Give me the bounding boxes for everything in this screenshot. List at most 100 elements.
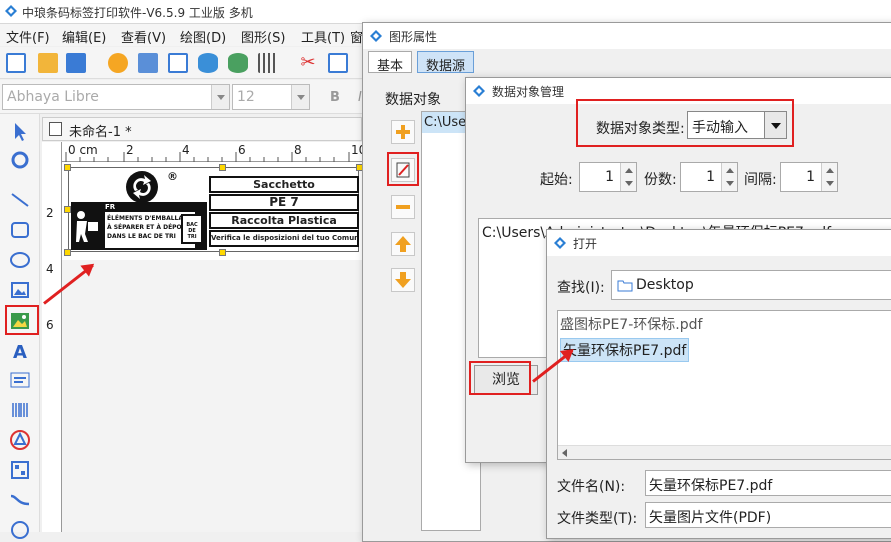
tab-basic[interactable]: 基本 [368, 51, 413, 74]
font-size-value: 12 [237, 89, 255, 105]
scroll-left-icon[interactable] [561, 449, 569, 457]
font-name-value: Abhaya Libre [7, 89, 99, 105]
dialog-titlebar: 打开 [547, 230, 891, 256]
arrow-down-icon [395, 272, 411, 288]
resize-handle[interactable] [219, 164, 226, 171]
copies-value: 1 [706, 169, 715, 185]
lookin-label: 查找(I): [557, 280, 605, 296]
start-value: 1 [605, 169, 614, 185]
new-file-icon[interactable] [6, 53, 26, 73]
text-tool-icon[interactable]: A [8, 338, 32, 362]
font-name-combo[interactable]: Abhaya Libre [2, 84, 230, 110]
remove-button[interactable] [391, 195, 415, 219]
start-spinner[interactable]: 1 [579, 162, 637, 192]
move-down-button[interactable] [391, 268, 415, 292]
menu-view[interactable]: 查看(V) [121, 27, 166, 46]
dialog-title: 数据对象管理 [492, 85, 565, 99]
chevron-down-icon[interactable] [211, 85, 229, 109]
ruler-label: 0 cm [68, 143, 98, 157]
menu-tools[interactable]: 工具(T) [301, 27, 345, 46]
ruler-label: 2 [126, 143, 134, 157]
rich-text-icon[interactable] [8, 368, 32, 392]
qrcode-tool-icon[interactable] [8, 458, 32, 482]
resize-handle[interactable] [64, 249, 71, 256]
triman-recycle-icon [126, 171, 158, 203]
highlight-vector-image-tool [5, 305, 39, 335]
ruler-label: 8 [294, 143, 302, 157]
resize-handle[interactable] [64, 206, 71, 213]
file-list[interactable]: 盛图标PE7-环保标.pdf 矢量环保标PE7.pdf [557, 310, 891, 460]
font-size-combo[interactable]: 12 [232, 84, 310, 110]
data-object-group-label: 数据对象 [385, 92, 441, 108]
print-preview-icon[interactable] [168, 53, 188, 73]
ellipse-tool-icon[interactable] [8, 248, 32, 272]
bold-button[interactable]: B [330, 90, 340, 105]
svg-text:A: A [13, 342, 27, 362]
interval-spinner[interactable]: 1 [780, 162, 838, 192]
document-tab-label: 未命名-1 * [69, 125, 132, 140]
settings-gear-icon[interactable] [108, 53, 128, 73]
ellipse-arc-icon[interactable] [8, 516, 32, 540]
ruler-ticks [65, 152, 350, 162]
filename-input[interactable]: 矢量环保标PE7.pdf [645, 470, 891, 496]
registered-mark: ® [167, 170, 178, 183]
dialog-titlebar: 图形属性 [363, 23, 891, 49]
shape-tool-icon[interactable] [8, 428, 32, 452]
minus-icon [396, 205, 410, 209]
lookin-select[interactable]: Desktop [611, 270, 891, 300]
menu-draw[interactable]: 绘图(D) [180, 27, 226, 46]
tab-datasource[interactable]: 数据源 [417, 51, 475, 74]
move-up-button[interactable] [391, 232, 415, 256]
municipality-note-row: Verifica le disposizioni del tuo Comune [209, 230, 359, 247]
highlight-type-select [576, 99, 794, 147]
dialog-logo-icon [473, 85, 485, 97]
filetype-label: 文件类型(T): [557, 511, 638, 527]
database-icon[interactable] [198, 53, 218, 73]
menu-file[interactable]: 文件(F) [6, 27, 50, 46]
recycling-label-graphic[interactable]: ® FR ÉLÉMENTS D'EMBALLAGE À SÉPARER ET À… [68, 167, 359, 252]
save-icon[interactable] [66, 53, 86, 73]
line-tool-icon[interactable] [8, 188, 32, 212]
print-icon[interactable] [138, 53, 158, 73]
document-icon [49, 122, 62, 136]
database-settings-icon[interactable] [228, 53, 248, 73]
file-item-selected[interactable]: 矢量环保标PE7.pdf [560, 338, 690, 362]
resize-handle[interactable] [64, 164, 71, 171]
bin-text: TRI [187, 234, 197, 240]
add-button[interactable] [391, 120, 415, 144]
copies-label: 份数: [644, 172, 677, 188]
rotate-icon[interactable] [8, 148, 32, 172]
document-tab[interactable]: 未命名-1 * [42, 117, 362, 141]
grid-icon[interactable] [258, 53, 278, 73]
menu-edit[interactable]: 编辑(E) [62, 27, 106, 46]
start-label: 起始: [540, 172, 573, 188]
copies-spinner[interactable]: 1 [680, 162, 738, 192]
file-item[interactable]: 盛图标PE7-环保标.pdf [558, 311, 891, 337]
spinner-arrows-icon[interactable] [620, 163, 636, 191]
rectangle-tool-icon[interactable] [8, 218, 32, 242]
ruler-label: 4 [182, 143, 190, 157]
interval-label: 间隔: [744, 172, 777, 188]
dialog-title: 图形属性 [389, 30, 438, 44]
ruler-label: 2 [46, 206, 54, 220]
copy-icon[interactable] [328, 53, 348, 73]
material-code-row: PE 7 [209, 194, 359, 211]
spinner-arrows-icon[interactable] [721, 163, 737, 191]
barcode-tool-icon[interactable] [8, 398, 32, 422]
dialog-title: 打开 [573, 237, 598, 251]
collection-row: Raccolta Plastica [209, 212, 359, 229]
folder-icon [617, 280, 633, 292]
curve-tool-icon[interactable] [8, 488, 32, 512]
image-tool-icon[interactable] [8, 278, 32, 302]
horizontal-scrollbar[interactable] [558, 445, 891, 459]
chevron-down-icon[interactable] [291, 85, 309, 109]
material-row: Sacchetto [209, 176, 359, 193]
cut-icon[interactable]: ✂ [298, 53, 318, 73]
open-folder-icon[interactable] [38, 53, 58, 73]
resize-handle[interactable] [219, 249, 226, 256]
menu-shape[interactable]: 图形(S) [241, 27, 285, 46]
select-pointer-icon[interactable] [8, 120, 32, 144]
filetype-select[interactable]: 矢量图片文件(PDF) [645, 502, 891, 528]
spinner-arrows-icon[interactable] [821, 163, 837, 191]
person-dropping-icon [76, 211, 98, 242]
